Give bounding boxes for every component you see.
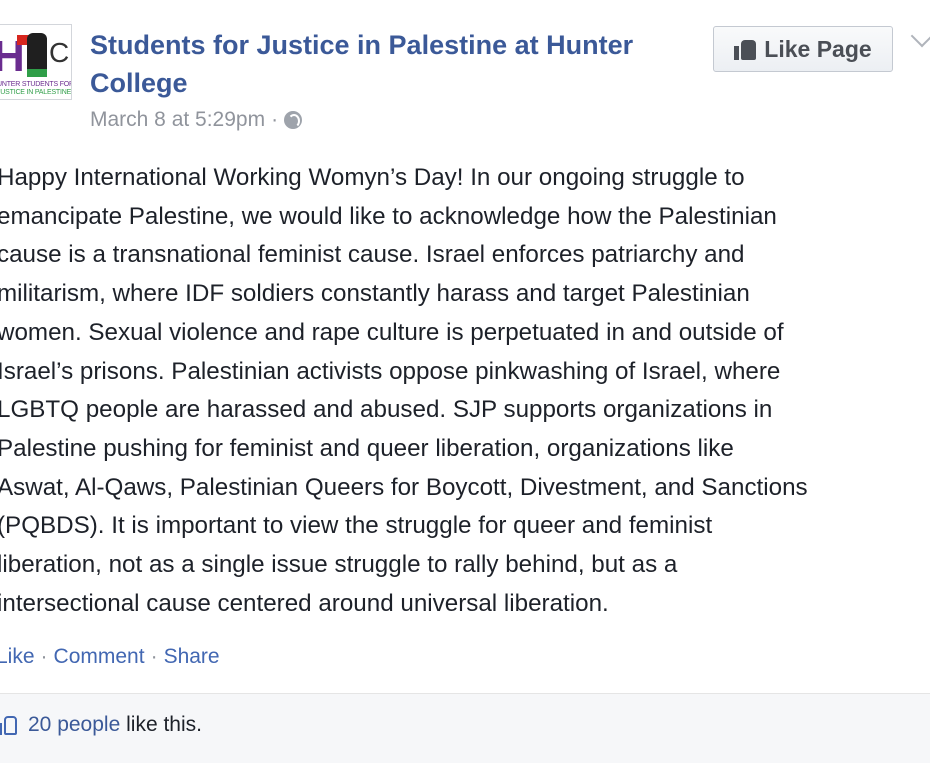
- post-body-line: LGBTQ people are harassed and abused. SJ…: [0, 396, 773, 424]
- meta-separator: ·: [271, 108, 279, 131]
- avatar-caption: JUSTICE IN PALESTINE: [0, 89, 72, 96]
- avatar-fist-icon: [27, 33, 47, 73]
- likes-summary: 20 people like this.: [0, 713, 202, 737]
- share-link[interactable]: Share: [164, 645, 220, 669]
- post-meta: March 8 at 5:29pm ·: [90, 108, 303, 132]
- avatar-caption: UNTER STUDENTS FOR: [0, 81, 72, 88]
- like-link[interactable]: Like: [0, 645, 35, 669]
- post-body-line: Happy International Working Womyn’s Day!…: [0, 164, 745, 191]
- action-separator: ·: [150, 645, 158, 668]
- post-body-line: intersectional cause centered around uni…: [0, 589, 609, 617]
- likes-count-link[interactable]: 20 people: [28, 713, 120, 736]
- avatar-flag-green: [27, 69, 47, 77]
- page-avatar[interactable]: H C UNTER STUDENTS FOR JUSTICE IN PALEST…: [0, 24, 72, 100]
- thumbs-up-icon: [734, 38, 757, 60]
- post-body-line: Palestine pushing for feminist and queer…: [0, 434, 734, 462]
- post-timestamp[interactable]: March 8 at 5:29pm: [90, 108, 265, 132]
- likes-suffix: like this.: [126, 713, 202, 736]
- action-separator: ·: [40, 645, 48, 668]
- globe-icon[interactable]: [284, 111, 303, 129]
- like-page-label: Like Page: [764, 35, 872, 62]
- thumbs-up-outline-icon: [0, 714, 20, 736]
- post-actions: Like · Comment · Share: [0, 645, 220, 669]
- post-body-line: Israel’s prisons. Palestinian activists …: [0, 357, 781, 385]
- chevron-down-icon[interactable]: [910, 24, 930, 48]
- post-body-line: women. Sexual violence and rape culture …: [0, 318, 784, 346]
- page-name-link[interactable]: Students for Justice in Palestine at Hun…: [90, 26, 690, 102]
- post-body-line: militarism, where IDF soldiers constantl…: [0, 280, 750, 308]
- post-body-line: (PQBDS). It is important to view the str…: [0, 512, 713, 540]
- post-body-line: emancipate Palestine, we would like to a…: [0, 202, 777, 230]
- post-body-line: Aswat, Al-Qaws, Palestinian Queers for B…: [0, 473, 808, 501]
- like-page-button[interactable]: Like Page: [713, 26, 893, 72]
- facebook-post: H C UNTER STUDENTS FOR JUSTICE IN PALEST…: [0, 0, 930, 763]
- post-body: Happy International Working Womyn’s Day!…: [0, 159, 929, 623]
- page-name-line: College: [90, 68, 188, 98]
- avatar-logo-letter: C: [49, 37, 70, 68]
- post-body-line: liberation, not as a single issue strugg…: [0, 551, 678, 579]
- page-name-line: Students for Justice in Palestine at Hun…: [90, 30, 634, 60]
- comment-link[interactable]: Comment: [54, 645, 145, 669]
- post-body-line: cause is a transnational feminist cause.…: [0, 241, 745, 269]
